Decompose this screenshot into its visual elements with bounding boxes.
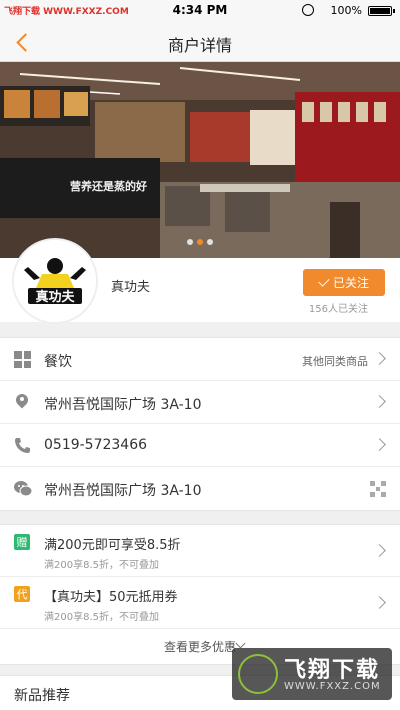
svg-text:营养还是蒸的好: 营养还是蒸的好 [70, 179, 147, 193]
wechat-text: 常州吾悦国际广场 3A-10 [44, 483, 202, 499]
watermark-title: 飞翔下载 [284, 658, 381, 683]
nav-bar: 商户详情 [0, 22, 400, 62]
phone-row[interactable]: 0519-5723466 [0, 424, 400, 467]
promo-title: 满200元即可享受8.5折 [44, 538, 181, 553]
check-icon [318, 275, 330, 287]
chevron-right-icon [373, 395, 386, 408]
kungfu-logo-icon: 真功夫 [14, 240, 96, 322]
promo-item[interactable]: 赠 满200元即可享受8.5折 满200享8.5折，不可叠加 [0, 525, 400, 577]
promo-tag-voucher: 代 [14, 586, 30, 602]
watermark-url: WWW.FXXZ.COM [284, 681, 381, 692]
chevron-right-icon [373, 438, 386, 451]
new-products-title: 新品推荐 [14, 688, 70, 704]
wechat-row[interactable]: 常州吾悦国际广场 3A-10 [0, 467, 400, 510]
battery-percent: 100% [330, 4, 362, 17]
watermark-logo-icon [238, 654, 278, 694]
promo-tag-gift: 赠 [14, 534, 30, 550]
wechat-icon [14, 480, 33, 497]
chevron-right-icon [373, 352, 386, 365]
status-bar: 飞翔下载 WWW.FXXZ.COM 4:34 PM 100% [0, 0, 400, 22]
follow-button[interactable]: 已关注 [303, 269, 385, 296]
category-text: 餐饮 [44, 354, 72, 370]
logo-text: 真功夫 [35, 289, 75, 305]
restaurant-photo: 营养还是蒸的好 [0, 62, 400, 258]
battery-icon [368, 6, 395, 16]
phone-text: 0519-5723466 [44, 437, 148, 453]
address-row[interactable]: 常州吾悦国际广场 3A-10 [0, 381, 400, 424]
similar-goods-link[interactable]: 其他同类商品 [302, 353, 368, 369]
merchant-banner-image: 营养还是蒸的好 [0, 62, 400, 258]
follow-label: 已关注 [332, 276, 369, 290]
phone-icon [14, 437, 31, 454]
promo-subtitle: 满200享8.5折，不可叠加 [44, 612, 159, 623]
promo-item[interactable]: 代 【真功夫】50元抵用券 满200享8.5折，不可叠加 [0, 577, 400, 629]
qr-code-icon[interactable] [370, 481, 386, 497]
address-text: 常州吾悦国际广场 3A-10 [44, 397, 202, 413]
promo-title: 【真功夫】50元抵用券 [44, 590, 178, 605]
category-grid-icon [14, 351, 31, 368]
merchant-name: 真功夫 [111, 280, 151, 295]
site-watermark: 飞翔下载 WWW.FXXZ.COM [232, 648, 392, 700]
page-title: 商户详情 [167, 36, 232, 55]
location-pin-icon [14, 394, 31, 411]
merchant-logo: 真功夫 [12, 238, 98, 324]
chevron-right-icon [373, 544, 386, 557]
promotions-list: 赠 满200元即可享受8.5折 满200享8.5折，不可叠加 代 【真功夫】50… [0, 524, 400, 665]
category-row[interactable]: 餐饮 其他同类商品 [0, 338, 400, 381]
promo-subtitle: 满200享8.5折，不可叠加 [44, 560, 159, 571]
chevron-right-icon [373, 596, 386, 609]
follow-count: 156人已关注 [308, 304, 368, 315]
merchant-info-list: 餐饮 其他同类商品 常州吾悦国际广场 3A-10 0519-5723466 常州… [0, 337, 400, 511]
orientation-lock-icon [302, 4, 314, 16]
